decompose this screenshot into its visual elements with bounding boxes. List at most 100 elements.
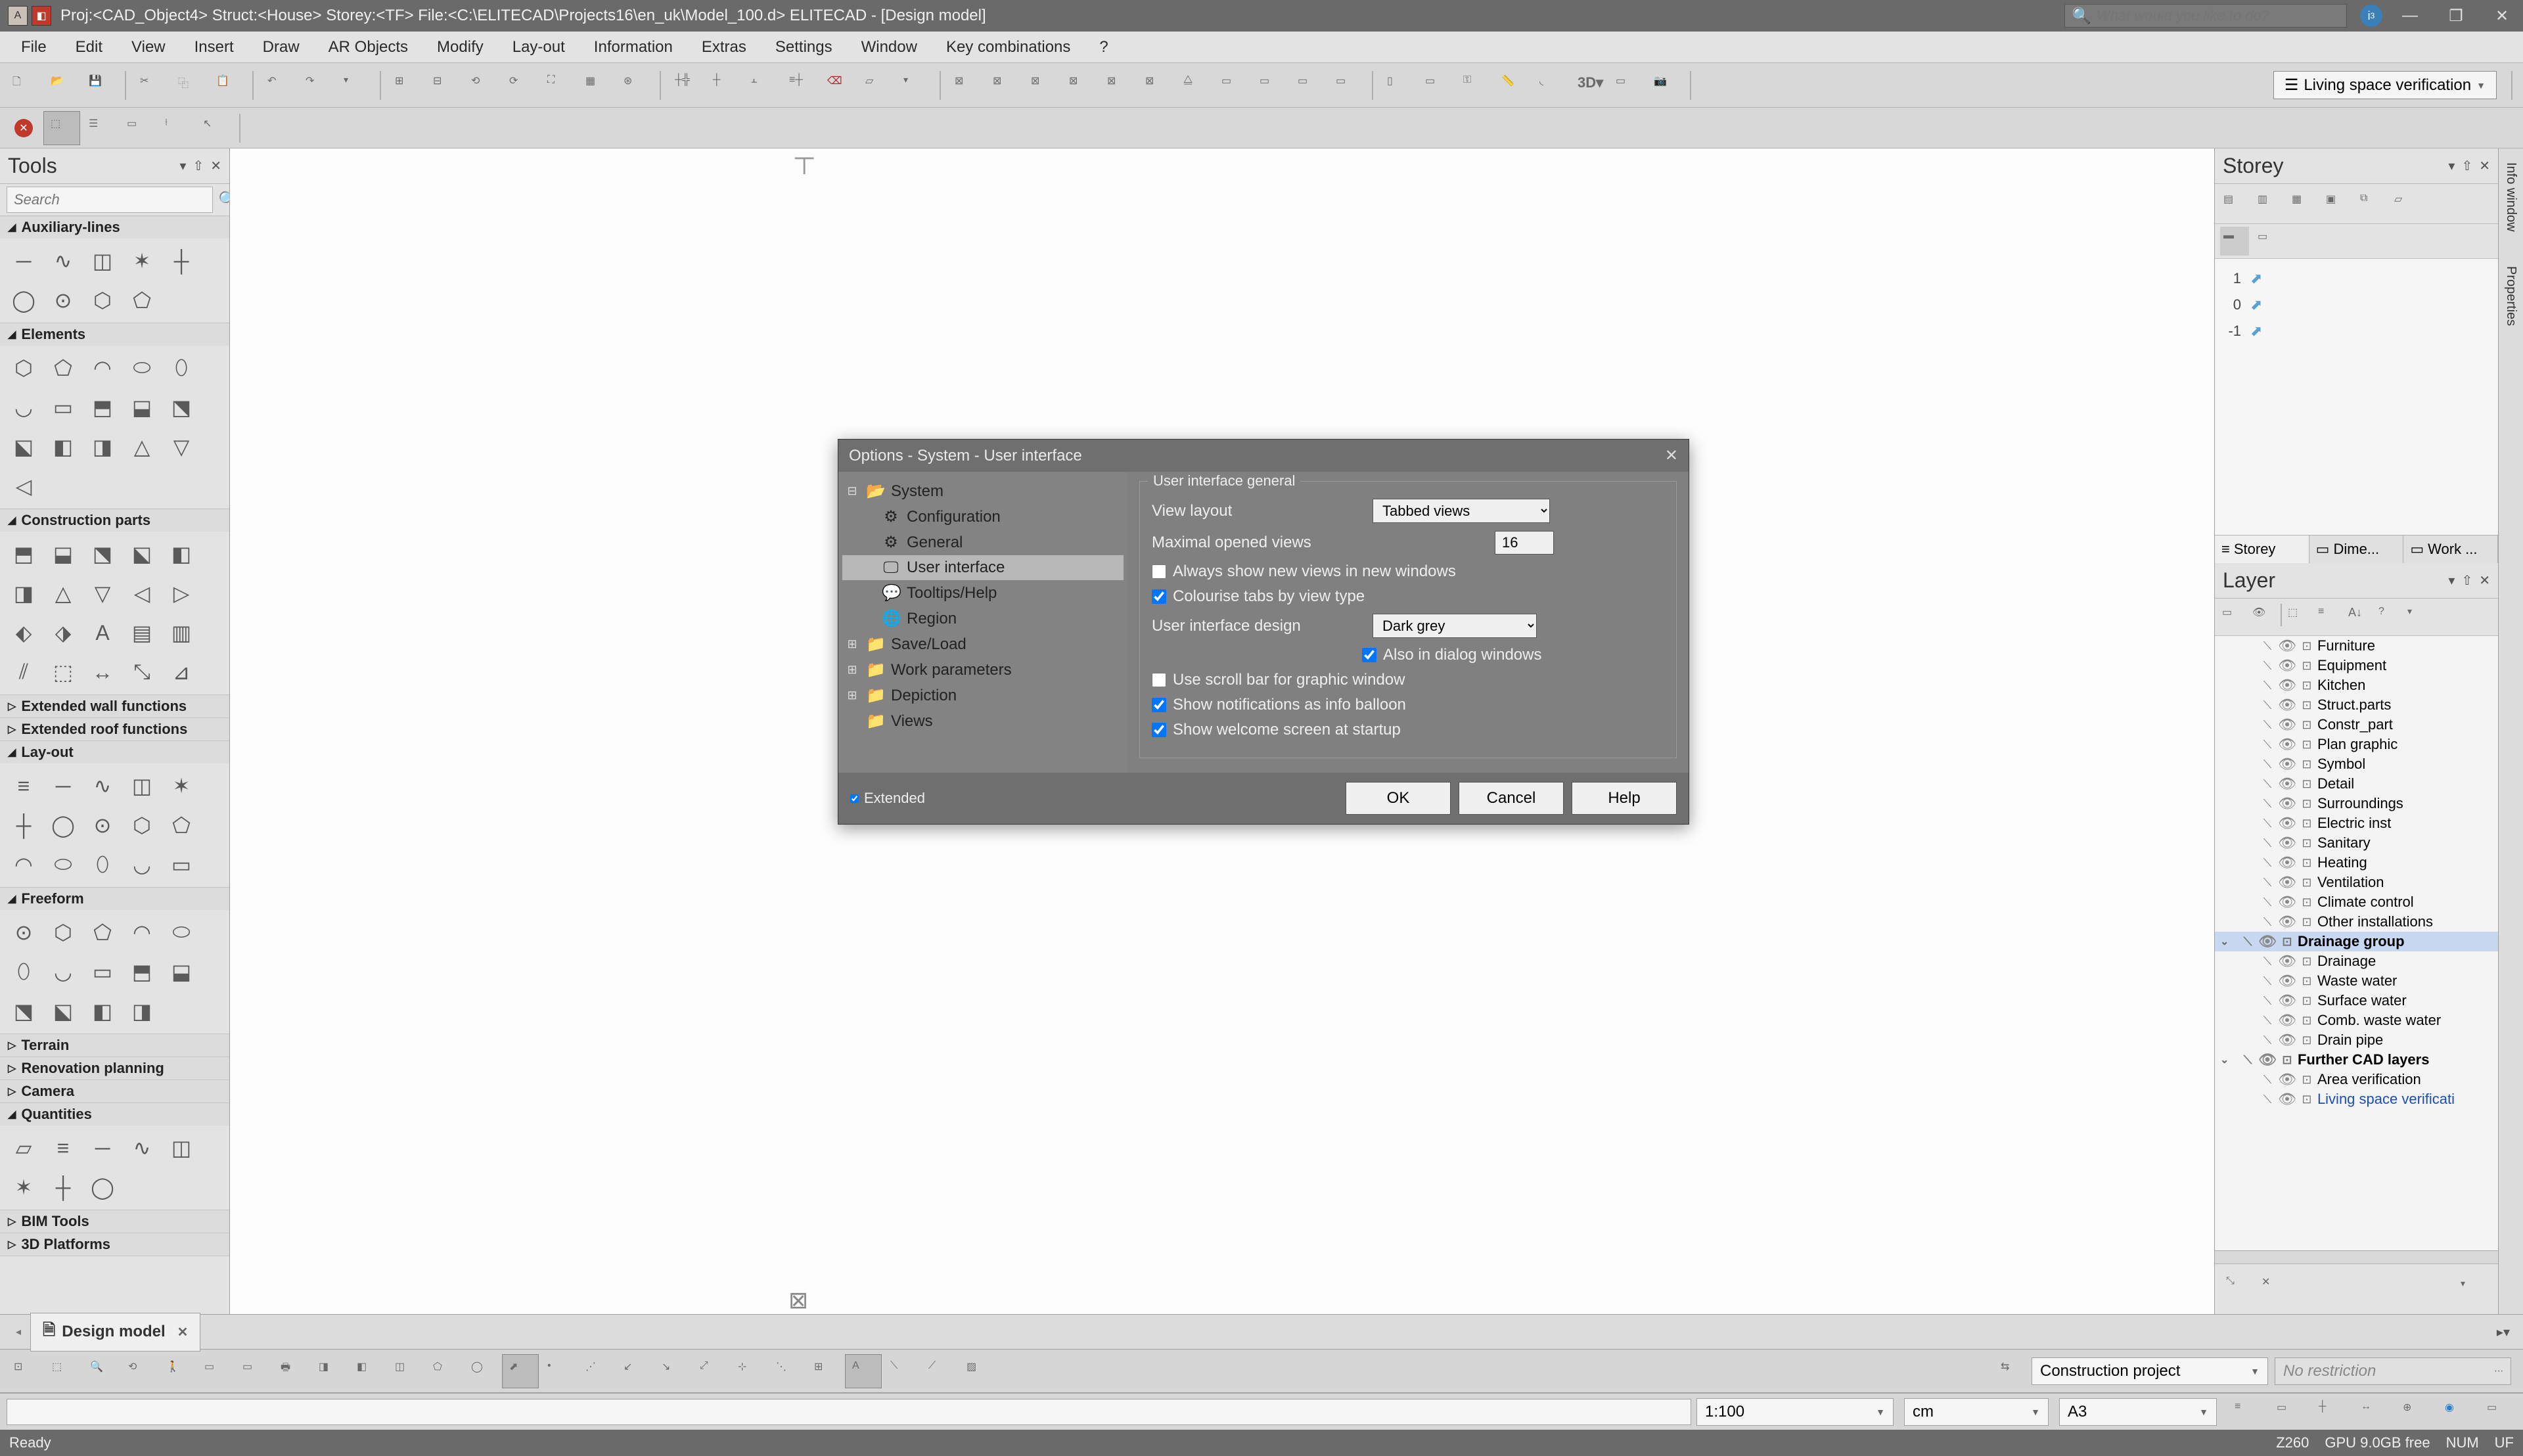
tool-section-terrain[interactable]: ▷Terrain (0, 1034, 229, 1057)
measure-icon[interactable]: ⟊ (158, 111, 194, 145)
tool-icon[interactable]: ⬕ (45, 993, 81, 1030)
menu-edit[interactable]: Edit (61, 34, 117, 60)
ok-button[interactable]: OK (1346, 782, 1451, 815)
tool-icon[interactable]: ↔ (84, 654, 121, 691)
box-1-icon[interactable]: ▯ (1380, 68, 1417, 102)
restriction-dropdown[interactable]: No restriction⋯ (2275, 1357, 2511, 1385)
tool-icon[interactable]: ⬕ (5, 428, 42, 465)
command-input[interactable] (7, 1399, 1691, 1425)
mirror-icon[interactable]: ⧋ (1176, 68, 1213, 102)
storey-level[interactable]: -1⬈ (2221, 318, 2267, 344)
tool-section-renovation-planning[interactable]: ▷Renovation planning (0, 1057, 229, 1080)
layer-item[interactable]: ⟍👁⊡Living space verificati (2215, 1089, 2498, 1109)
status-tool-6-icon[interactable]: ◉ (2438, 1395, 2474, 1429)
tool-icon[interactable]: ─ (5, 242, 42, 279)
chk-always-new-row[interactable]: Always show new views in new windows (1152, 562, 1664, 581)
snap-v-icon[interactable]: ┼ (706, 68, 742, 102)
tool-icon[interactable]: ◠ (5, 846, 42, 883)
panel-close-icon[interactable]: ✕ (2479, 572, 2490, 589)
tool-icon[interactable]: ◡ (124, 846, 160, 883)
layer-action-2-icon[interactable]: ✕ (2258, 1272, 2287, 1301)
tool-icon[interactable]: ◯ (45, 807, 81, 844)
layer-item[interactable]: ⟍👁⊡Sanitary (2215, 833, 2498, 853)
tool-icon[interactable]: ▥ (163, 614, 200, 651)
layer-item[interactable]: ⟍👁⊡Symbol (2215, 754, 2498, 774)
menu-settings[interactable]: Settings (761, 34, 847, 60)
chk-also-dialog[interactable] (1362, 648, 1376, 662)
tree-tooltips[interactable]: 💬Tooltips/Help (842, 580, 1124, 606)
xbox-1-icon[interactable]: ⊠ (947, 68, 984, 102)
panel-menu-icon[interactable]: ▾ (2448, 158, 2455, 174)
box-3d-icon[interactable]: ▭ (1608, 68, 1645, 102)
tool-section-camera[interactable]: ▷Camera (0, 1080, 229, 1103)
chk-scrollbar[interactable] (1152, 673, 1166, 687)
layer-item[interactable]: ⟍👁⊡Ventilation (2215, 873, 2498, 892)
project-icon[interactable]: ⇆ (1993, 1354, 2030, 1388)
menu-help[interactable]: ? (1085, 34, 1122, 60)
layer-item[interactable]: ⟍👁⊡Climate control (2215, 892, 2498, 912)
tool-icon[interactable]: ∿ (45, 242, 81, 279)
chk-welcome-row[interactable]: Show welcome screen at startup (1152, 721, 1664, 739)
layer-item[interactable]: ⟍👁⊡Surroundings (2215, 794, 2498, 813)
3d-icon[interactable]: 3D▾ (1570, 68, 1607, 102)
storey-tool-3-icon[interactable]: ▦ (2288, 189, 2317, 218)
tool-icon[interactable]: ✶ (163, 767, 200, 804)
tool-icon[interactable]: ⬡ (45, 914, 81, 951)
construction-project-dropdown[interactable]: Construction project▼ (2032, 1357, 2268, 1385)
tabs-scroll-left-icon[interactable]: ◂ (7, 1325, 30, 1338)
tool-icon[interactable]: ◁ (124, 575, 160, 612)
panel-pin-icon[interactable]: ⇧ (193, 158, 204, 174)
tool-icon[interactable]: ⬚ (45, 654, 81, 691)
layer-action-1-icon[interactable]: ⤡ (2223, 1272, 2252, 1301)
tool-icon[interactable]: ⬖ (5, 614, 42, 651)
tool-icon[interactable]: ⬡ (124, 807, 160, 844)
chk-notifications-row[interactable]: Show notifications as info balloon (1152, 696, 1664, 714)
copy-icon[interactable]: ⿻ (171, 68, 208, 102)
menu-extras[interactable]: Extras (687, 34, 761, 60)
tab-info-window[interactable]: Info window (2500, 155, 2522, 239)
tool-icon[interactable]: ≡ (45, 1129, 81, 1166)
layer-expand-icon[interactable]: ▾ (2453, 1272, 2490, 1306)
help-search-input[interactable] (2097, 7, 2340, 24)
snap-iso3-icon[interactable]: ◫ (388, 1354, 424, 1388)
menu-ar-objects[interactable]: AR Objects (314, 34, 422, 60)
scale-dropdown[interactable]: 1:100▼ (1696, 1398, 1894, 1426)
tree-save-load[interactable]: ⊞📁Save/Load (842, 631, 1124, 657)
layer-eye-icon[interactable]: 👁 (2250, 604, 2277, 630)
snap-person-icon[interactable]: 🚶 (159, 1354, 196, 1388)
max-views-input[interactable] (1495, 531, 1554, 555)
tool-icon[interactable]: ⫽ (5, 654, 42, 691)
storey-tool-1-icon[interactable]: ▤ (2220, 189, 2249, 218)
tool-icon[interactable]: ⬒ (124, 953, 160, 990)
chk-colourise[interactable] (1152, 589, 1166, 604)
snap-sphere-icon[interactable]: ◯ (464, 1354, 501, 1388)
tree-work-parameters[interactable]: ⊞📁Work parameters (842, 657, 1124, 683)
cut-icon[interactable]: ✂ (133, 68, 170, 102)
snap-line1-icon[interactable]: ⟍ (883, 1354, 920, 1388)
panel-menu-icon[interactable]: ▾ (179, 158, 186, 174)
undo-icon[interactable]: ↶ (260, 68, 297, 102)
status-tool-2-icon[interactable]: ▭ (2269, 1395, 2306, 1429)
tool-icon[interactable]: ◨ (5, 575, 42, 612)
tool-icon[interactable]: ⬒ (84, 389, 121, 426)
layer-item[interactable]: ⟍👁⊡Furniture (2215, 636, 2498, 656)
tool-icon[interactable]: ⬠ (45, 350, 81, 386)
menu-layout[interactable]: Lay-out (498, 34, 580, 60)
snap-p8-icon[interactable]: ⊞ (807, 1354, 844, 1388)
panel-close-icon[interactable]: ✕ (210, 158, 221, 174)
tool-icon[interactable]: ◁ (5, 468, 42, 505)
tool-icon[interactable]: ✶ (124, 242, 160, 279)
tool-icon[interactable]: ◯ (84, 1169, 121, 1206)
view-tab-design-model[interactable]: 🗎 Design model ✕ (30, 1313, 200, 1352)
zoom-out-icon[interactable]: ⊟ (426, 68, 463, 102)
tool-section-auxiliary-lines[interactable]: ◢Auxiliary-lines (0, 216, 229, 239)
tool-section-bim-tools[interactable]: ▷BIM Tools (0, 1210, 229, 1233)
status-tool-1-icon[interactable]: ≡ (2227, 1395, 2264, 1429)
fit-icon[interactable]: ⛶ (540, 68, 577, 102)
menu-window[interactable]: Window (847, 34, 932, 60)
menu-file[interactable]: File (7, 34, 61, 60)
panel-close-icon[interactable]: ✕ (2479, 158, 2490, 174)
tool-icon[interactable]: ▭ (84, 953, 121, 990)
paper-dropdown[interactable]: A3▼ (2059, 1398, 2217, 1426)
edit-dropdown-icon[interactable]: ▾ (896, 68, 933, 102)
